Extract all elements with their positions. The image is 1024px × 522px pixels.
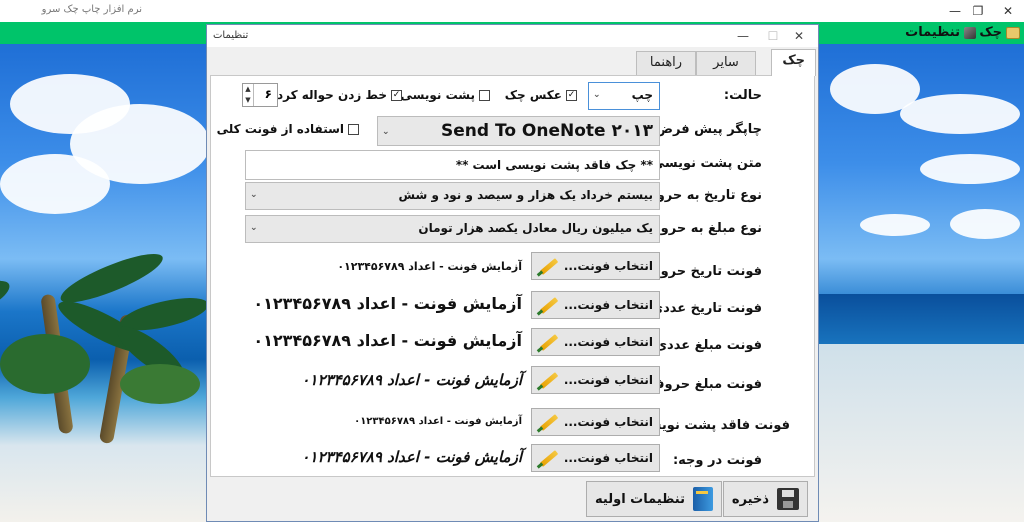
tab-other[interactable]: سایر — [696, 51, 756, 75]
stepper-arrows-icon[interactable]: ▲ ▼ — [243, 84, 254, 106]
global-font-checkbox[interactable] — [348, 123, 359, 135]
choose-font-button-amount-numeric[interactable]: انتخاب فونت... — [531, 328, 660, 356]
choose-font-label: انتخاب فونت... — [563, 373, 653, 387]
amount-words-value: یک میلیون ریال معادل یکصد هزار تومان — [418, 221, 653, 235]
font-sample-date-numeric: آزمایش فونت - اعداد ۰۱۲۳۴۵۶۷۸۹ — [253, 294, 522, 313]
menu-settings[interactable]: تنظیمات — [905, 25, 976, 40]
font-sample-amount-words: آزمایش فونت - اعداد ۰۱۲۳۴۵۶۷۸۹ — [301, 371, 522, 389]
transfer-line-label: خط زدن حواله کرد: — [272, 88, 387, 102]
choose-font-button-no-back[interactable]: انتخاب فونت... — [531, 408, 660, 436]
amount-words-select[interactable]: یک میلیون ریال معادل یکصد هزار تومان ⌄ — [245, 215, 660, 243]
dialog-title: تنظیمات — [213, 30, 249, 41]
choose-font-label: انتخاب فونت... — [563, 335, 653, 349]
date-words-value: بیستم خرداد یک هزار و سیصد و نود و شش — [398, 188, 653, 202]
check-photo-option[interactable]: ✓ عکس چک — [505, 88, 577, 102]
back-text-label: متن پشت نویسی: — [646, 156, 762, 171]
dialog-minimize-button[interactable]: — — [728, 25, 758, 47]
font-label-date-numeric: فونت تاریخ عددی: — [645, 301, 762, 316]
default-settings-button[interactable]: تنظیمات اولیه — [586, 481, 722, 517]
transfer-count-value: ۶ — [264, 87, 272, 101]
state-select[interactable]: چپ ⌄ — [588, 82, 660, 110]
pencil-icon — [536, 412, 558, 432]
tab-strip: چک سایر راهنما — [207, 49, 818, 76]
app-titlebar: نرم افزار چاپ چک سرو — ❐ ✕ — [0, 0, 1024, 22]
transfer-line-option[interactable]: ✓ خط زدن حواله کرد: — [272, 88, 402, 102]
choose-font-label: انتخاب فونت... — [563, 451, 653, 465]
check-photo-checkbox[interactable]: ✓ — [566, 89, 577, 101]
dialog-titlebar: تنظیمات — ☐ ✕ — [207, 25, 818, 47]
choose-font-button-date-numeric[interactable]: انتخاب فونت... — [531, 291, 660, 319]
floppy-disk-icon — [777, 488, 799, 510]
pencil-icon — [536, 448, 558, 468]
app-title: نرم افزار چاپ چک سرو — [41, 4, 142, 15]
transfer-count-stepper[interactable]: ▲ ▼ ۶ — [242, 83, 278, 107]
choose-font-button-payee[interactable]: انتخاب فونت... — [531, 444, 660, 472]
settings-book-icon — [693, 487, 713, 511]
printer-label: چاپگر پیش فرض: — [650, 122, 762, 137]
chevron-down-icon: ⌄ — [593, 90, 601, 100]
tools-icon — [964, 26, 976, 39]
check-menu-icon — [1006, 26, 1020, 39]
choose-font-label: انتخاب فونت... — [563, 415, 653, 429]
tab-help[interactable]: راهنما — [636, 51, 696, 75]
global-font-label: استفاده از فونت کلی — [216, 122, 344, 136]
chevron-down-icon: ⌄ — [382, 127, 390, 137]
pencil-icon — [536, 332, 558, 352]
default-settings-label: تنظیمات اولیه — [595, 491, 685, 507]
pencil-icon — [536, 256, 558, 276]
back-text-value: ** چک فاقد پشت نویسی است ** — [455, 158, 653, 172]
font-sample-date-words: آزمایش فونت - اعداد ۰۱۲۳۴۵۶۷۸۹ — [337, 260, 522, 273]
font-label-payee: فونت در وجه: — [672, 453, 762, 468]
state-label: حالت: — [723, 88, 762, 103]
choose-font-button-amount-words[interactable]: انتخاب فونت... — [531, 366, 660, 394]
font-label-amount-numeric: فونت مبلغ عددی: — [649, 338, 762, 353]
dialog-close-button[interactable]: ✕ — [784, 25, 814, 47]
save-button[interactable]: ذخیره — [722, 481, 808, 517]
choose-font-label: انتخاب فونت... — [563, 298, 653, 312]
date-words-select[interactable]: بیستم خرداد یک هزار و سیصد و نود و شش ⌄ — [245, 182, 660, 210]
pencil-icon — [536, 370, 558, 390]
settings-dialog: تنظیمات — ☐ ✕ چک سایر راهنما حالت: چپ ⌄ … — [206, 24, 819, 522]
back-text-input[interactable]: ** چک فاقد پشت نویسی است ** — [245, 150, 660, 180]
font-sample-no-back: آزمایش فونت - اعداد ۰۱۲۳۴۵۶۷۸۹ — [354, 416, 522, 427]
tab-check[interactable]: چک — [771, 49, 816, 76]
check-photo-label: عکس چک — [504, 88, 562, 102]
global-font-option[interactable]: استفاده از فونت کلی — [217, 122, 359, 136]
font-sample-payee: آزمایش فونت - اعداد ۰۱۲۳۴۵۶۷۸۹ — [301, 448, 522, 466]
menu-check-label: چک — [979, 25, 1002, 40]
printer-value: Send To OneNote ۲۰۱۳ — [441, 121, 653, 141]
choose-font-label: انتخاب فونت... — [563, 259, 653, 273]
chevron-down-icon: ⌄ — [250, 223, 258, 233]
font-sample-amount-numeric: آزمایش فونت - اعداد ۰۱۲۳۴۵۶۷۸۹ — [253, 331, 522, 350]
transfer-line-checkbox[interactable]: ✓ — [391, 89, 402, 101]
choose-font-button-date-words[interactable]: انتخاب فونت... — [531, 252, 660, 280]
back-print-checkbox[interactable] — [479, 89, 490, 101]
settings-panel: حالت: چپ ⌄ ✓ عکس چک پشت نویسی ✓ خط زدن ح… — [210, 75, 815, 477]
chevron-down-icon: ⌄ — [250, 190, 258, 200]
printer-select[interactable]: Send To OneNote ۲۰۱۳ ⌄ — [377, 116, 660, 146]
back-print-label: پشت نویسی — [400, 88, 475, 102]
save-label: ذخیره — [731, 491, 769, 507]
pencil-icon — [536, 295, 558, 315]
menu-settings-label: تنظیمات — [905, 25, 960, 40]
state-value: چپ — [631, 88, 653, 102]
back-print-option[interactable]: پشت نویسی — [401, 88, 490, 102]
close-button[interactable]: ✕ — [985, 0, 1024, 22]
menu-check[interactable]: چک — [979, 25, 1020, 40]
